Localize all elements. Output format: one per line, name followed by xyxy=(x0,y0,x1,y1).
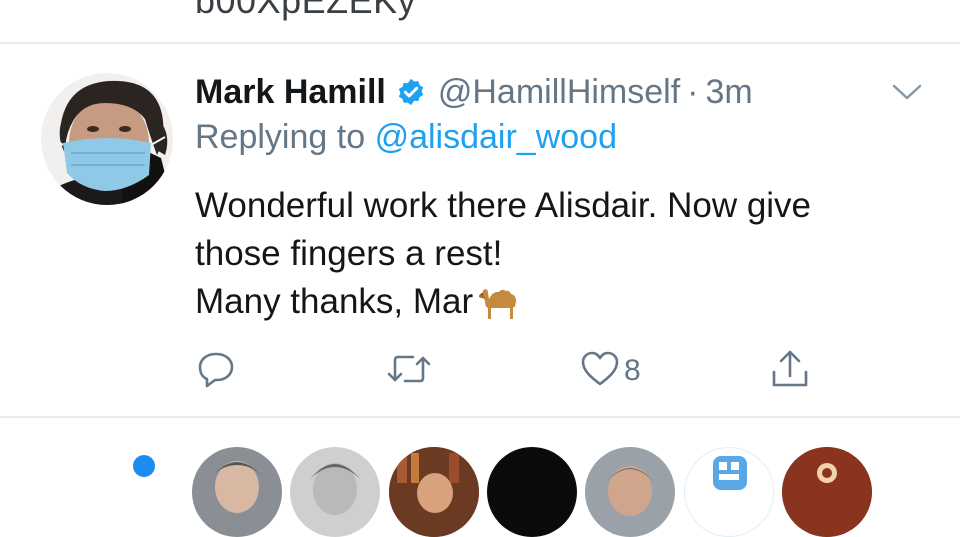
replying-to-line: Replying to @alisdair_wood xyxy=(195,118,617,157)
tweet-text-line: Many thanks, Mar xyxy=(195,282,474,321)
author-name[interactable]: Mark Hamill xyxy=(195,73,386,112)
reply-button[interactable] xyxy=(196,350,236,392)
replying-to-label: Replying to xyxy=(195,118,366,156)
previous-tweet-text: b00XpEZEKy xyxy=(195,0,417,21)
tweet-body: Wonderful work there Alisdair. Now give … xyxy=(195,182,935,334)
avatar[interactable] xyxy=(585,447,675,537)
share-icon xyxy=(770,348,810,395)
avatar[interactable] xyxy=(41,73,173,205)
tweet-divider-bottom xyxy=(0,416,960,418)
unread-indicator-dot xyxy=(133,455,155,477)
avatar[interactable] xyxy=(290,447,380,537)
retweet-icon xyxy=(385,349,433,394)
reply-icon xyxy=(196,349,236,394)
avatar[interactable] xyxy=(192,447,282,537)
avatar-photo xyxy=(41,73,173,205)
tweet-text-line: Wonderful work there Alisdair. Now give xyxy=(195,186,812,225)
like-button[interactable]: 8 xyxy=(580,350,641,392)
like-count: 8 xyxy=(624,354,641,387)
tweet-divider-top xyxy=(0,42,960,44)
replying-to-handle-link[interactable]: @alisdair_wood xyxy=(375,118,617,156)
avatar[interactable] xyxy=(782,447,872,537)
avatar[interactable] xyxy=(684,447,774,537)
share-button[interactable] xyxy=(770,350,810,392)
chevron-down-icon[interactable] xyxy=(890,78,924,106)
avatar[interactable] xyxy=(487,447,577,537)
author-handle[interactable]: @HamillHimself xyxy=(438,73,680,112)
tweet-header: Mark Hamill @HamillHimself · 3m xyxy=(195,70,753,114)
camel-emoji-icon xyxy=(475,285,521,334)
tweet-text-line-last: Many thanks, Mar xyxy=(195,278,935,334)
retweet-button[interactable] xyxy=(385,350,433,392)
tweet-text-line: those fingers a rest! xyxy=(195,234,503,273)
separator-dot: · xyxy=(687,72,699,111)
verified-badge-icon xyxy=(396,77,426,107)
avatar[interactable] xyxy=(389,447,479,537)
heart-icon xyxy=(580,349,620,394)
tweet-timestamp[interactable]: 3m xyxy=(706,73,753,112)
